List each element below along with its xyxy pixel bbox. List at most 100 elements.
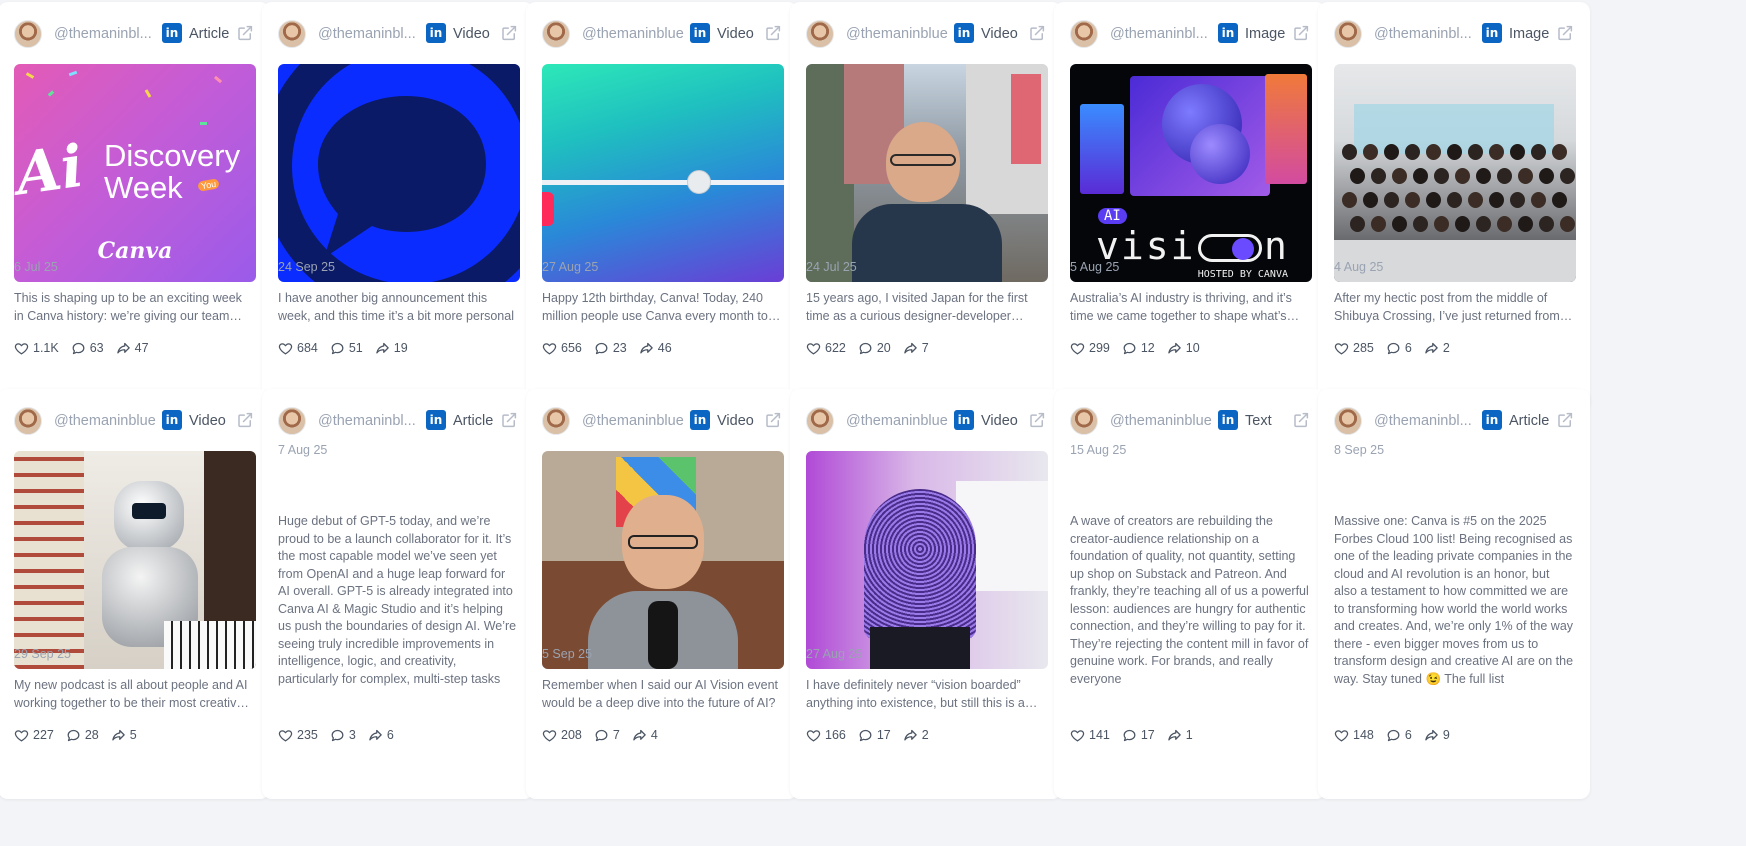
post-card[interactable]: @themaninbl... in Image AI visi n HOSTED BY CA… [1054, 2, 1326, 412]
shares-metric[interactable]: 19 [375, 341, 408, 356]
likes-metric[interactable]: 622 [806, 341, 846, 356]
external-link-icon[interactable] [1292, 411, 1310, 429]
external-link-icon[interactable] [1028, 411, 1046, 429]
post-media[interactable] [806, 451, 1048, 669]
shares-metric[interactable]: 5 [111, 728, 137, 743]
avatar[interactable] [542, 407, 570, 435]
post-media[interactable]: AI visi n HOSTED BY CANVA [1070, 64, 1312, 282]
post-card[interactable]: @themaninblue in Video 29 Sep 25 My new podc… [0, 389, 270, 799]
comments-metric[interactable]: 17 [1122, 728, 1155, 743]
linkedin-icon: in [162, 410, 182, 430]
avatar[interactable] [278, 20, 306, 48]
shares-metric[interactable]: 47 [116, 341, 149, 356]
likes-metric[interactable]: 299 [1070, 341, 1110, 356]
post-card[interactable]: @themaninblue in Video 5 Sep 25 Remember whe… [526, 389, 798, 799]
author-handle[interactable]: @themaninbl... [318, 413, 430, 429]
post-card[interactable]: @themaninblue in Video 27 Aug 25 I have defi… [790, 389, 1062, 799]
post-card[interactable]: @themaninblue in Video 24 Jul 25 15 years ag… [790, 2, 1062, 412]
author-handle[interactable]: @themaninblue [1110, 413, 1222, 429]
likes-metric[interactable]: 1.1K [14, 341, 59, 356]
comments-metric[interactable]: 3 [330, 728, 356, 743]
likes-metric[interactable]: 285 [1334, 341, 1374, 356]
post-media[interactable] [806, 64, 1048, 282]
comments-metric[interactable]: 63 [71, 341, 104, 356]
external-link-icon[interactable] [500, 411, 518, 429]
avatar[interactable] [542, 20, 570, 48]
author-handle[interactable]: @themaninbl... [1374, 26, 1486, 42]
author-handle[interactable]: @themaninblue [846, 413, 958, 429]
post-card[interactable]: @themaninblue in Text 15 Aug 25 A wave of cr… [1054, 389, 1326, 799]
external-link-icon[interactable] [236, 411, 254, 429]
likes-metric[interactable]: 148 [1334, 728, 1374, 743]
post-media[interactable] [278, 64, 520, 282]
post-card[interactable]: @themaninbl... in Image 4 Aug 25 After my he… [1318, 2, 1590, 412]
likes-metric[interactable]: 141 [1070, 728, 1110, 743]
comments-metric[interactable]: 20 [858, 341, 891, 356]
author-handle[interactable]: @themaninblue [582, 413, 694, 429]
comments-metric[interactable]: 7 [594, 728, 620, 743]
author-handle[interactable]: @themaninblue [582, 26, 694, 42]
post-type-label: Image [1509, 26, 1550, 42]
external-link-icon[interactable] [1556, 24, 1574, 42]
post-card[interactable]: @themaninbl... in Article Ai Discovery Week Y… [0, 2, 270, 412]
shares-metric[interactable]: 9 [1424, 728, 1450, 743]
comments-metric[interactable]: 12 [1122, 341, 1155, 356]
avatar[interactable] [278, 407, 306, 435]
post-media[interactable] [542, 64, 784, 282]
likes-metric[interactable]: 235 [278, 728, 318, 743]
comments-metric[interactable]: 6 [1386, 728, 1412, 743]
author-handle[interactable]: @themaninbl... [54, 26, 166, 42]
author-handle[interactable]: @themaninbl... [318, 26, 430, 42]
post-media[interactable] [14, 451, 256, 669]
likes-metric[interactable]: 227 [14, 728, 54, 743]
heart-icon [542, 728, 561, 743]
comments-metric[interactable]: 17 [858, 728, 891, 743]
comments-metric[interactable]: 23 [594, 341, 627, 356]
shares-metric[interactable]: 2 [903, 728, 929, 743]
avatar[interactable] [1334, 407, 1362, 435]
shares-metric[interactable]: 4 [632, 728, 658, 743]
post-card[interactable]: @themaninblue in Video 27 Aug 25 Happy 12th … [526, 2, 798, 412]
external-link-icon[interactable] [500, 24, 518, 42]
shares-metric[interactable]: 1 [1167, 728, 1193, 743]
linkedin-icon: in [690, 410, 710, 430]
comments-metric[interactable]: 51 [330, 341, 363, 356]
author-handle[interactable]: @themaninbl... [1110, 26, 1222, 42]
shares-metric[interactable]: 46 [639, 341, 672, 356]
shares-metric[interactable]: 6 [368, 728, 394, 743]
comments-metric[interactable]: 28 [66, 728, 99, 743]
avatar[interactable] [1334, 20, 1362, 48]
linkedin-icon: in [1482, 410, 1502, 430]
external-link-icon[interactable] [1028, 24, 1046, 42]
likes-metric[interactable]: 684 [278, 341, 318, 356]
post-media[interactable]: Ai Discovery Week You Canva [14, 64, 256, 282]
card-header: @themaninbl... in Article [14, 18, 254, 50]
avatar[interactable] [14, 407, 42, 435]
author-handle[interactable]: @themaninblue [54, 413, 166, 429]
avatar[interactable] [806, 20, 834, 48]
external-link-icon[interactable] [764, 24, 782, 42]
post-media[interactable] [1334, 64, 1576, 282]
likes-metric[interactable]: 166 [806, 728, 846, 743]
post-card[interactable]: @themaninbl... in Video 24 Sep 25 I have ano… [262, 2, 534, 412]
avatar[interactable] [806, 407, 834, 435]
avatar[interactable] [1070, 407, 1098, 435]
shares-metric[interactable]: 10 [1167, 341, 1200, 356]
external-link-icon[interactable] [1292, 24, 1310, 42]
avatar[interactable] [1070, 20, 1098, 48]
author-handle[interactable]: @themaninbl... [1374, 413, 1486, 429]
post-card[interactable]: @themaninbl... in Article 8 Sep 25 Massive o… [1318, 389, 1590, 799]
shares-metric[interactable]: 7 [903, 341, 929, 356]
likes-metric[interactable]: 208 [542, 728, 582, 743]
external-link-icon[interactable] [1556, 411, 1574, 429]
post-media[interactable] [542, 451, 784, 669]
external-link-icon[interactable] [236, 24, 254, 42]
comment-icon [1122, 341, 1141, 356]
post-card[interactable]: @themaninbl... in Article 7 Aug 25 Huge debu… [262, 389, 534, 799]
avatar[interactable] [14, 20, 42, 48]
shares-metric[interactable]: 2 [1424, 341, 1450, 356]
likes-metric[interactable]: 656 [542, 341, 582, 356]
comments-metric[interactable]: 6 [1386, 341, 1412, 356]
external-link-icon[interactable] [764, 411, 782, 429]
author-handle[interactable]: @themaninblue [846, 26, 958, 42]
